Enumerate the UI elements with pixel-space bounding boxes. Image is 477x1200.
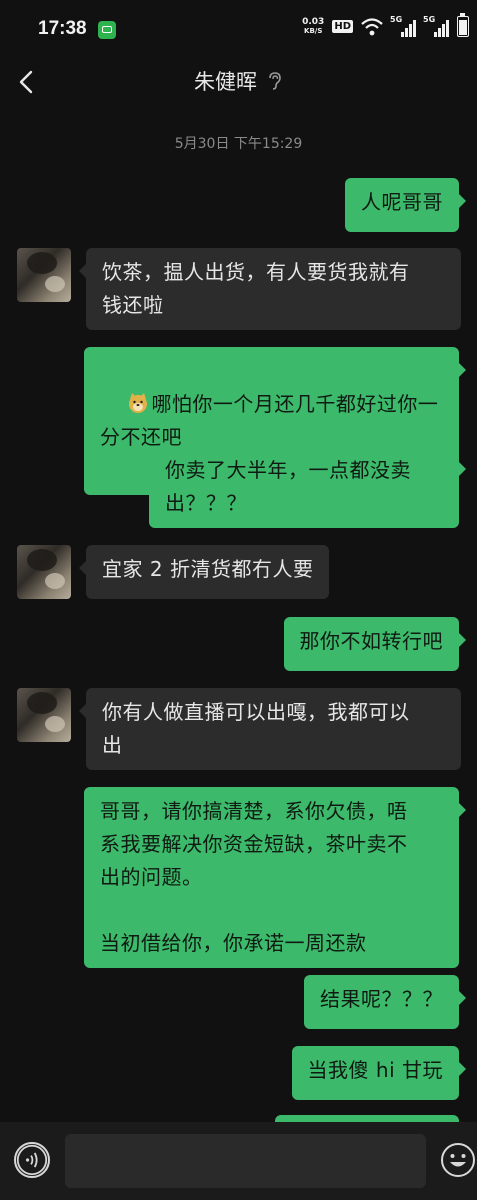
- signal-icon: 5G: [423, 14, 449, 37]
- chat-title[interactable]: 朱健晖: [194, 66, 257, 96]
- received-message-bubble[interactable]: 你有人做直播可以出嘎，我都可以 出: [79, 688, 461, 770]
- sent-message-bubble[interactable]: 你卖了大半年，一点都没卖 出？？？: [149, 446, 466, 528]
- sent-message-bubble[interactable]: 哥哥，请你搞清楚，系你欠债，唔 系我要解决你资金短缺，茶叶卖不 出的问题。 当初…: [84, 787, 466, 968]
- signal-icon: 5G: [390, 14, 416, 37]
- input-bar: [0, 1122, 477, 1200]
- speed-unit: KB/S: [304, 26, 323, 35]
- avatar[interactable]: [17, 248, 71, 302]
- hd-icon: HD: [332, 20, 353, 33]
- doge-emoji: [129, 393, 148, 413]
- title-group: 朱健晖: [0, 66, 477, 96]
- avatar[interactable]: [17, 545, 71, 599]
- sim1-label: 5G: [390, 14, 403, 24]
- status-bar: 17:38 0.03 KB/S HD 5G 5G: [0, 0, 477, 60]
- wifi-icon: [361, 17, 383, 35]
- voice-icon[interactable]: [14, 1142, 50, 1178]
- sent-message-bubble[interactable]: 人呢哥哥: [345, 178, 466, 232]
- sent-message-bubble[interactable]: 当我傻 hi 甘玩: [291, 1046, 467, 1100]
- sent-message-bubble[interactable]: 结果呢？？？: [304, 975, 466, 1029]
- status-icons: 0.03 KB/S HD 5G 5G: [302, 13, 469, 37]
- avatar[interactable]: [17, 688, 71, 742]
- sim2-label: 5G: [423, 14, 436, 24]
- message-input[interactable]: [65, 1134, 426, 1188]
- sent-message-bubble[interactable]: 那你不如转行吧: [283, 617, 466, 671]
- message-timestamp: 5月30日 下午15:29: [174, 136, 303, 152]
- battery-icon: [457, 13, 469, 37]
- message-text: 哪怕你一个月还几千都好过你一 分不还吧: [100, 392, 439, 449]
- speed-value: 0.03: [302, 16, 325, 27]
- network-speed: 0.03 KB/S: [302, 16, 325, 36]
- earpiece-icon: [269, 72, 281, 90]
- emoji-icon[interactable]: [440, 1142, 476, 1178]
- message-app-icon: [98, 21, 116, 39]
- received-message-bubble[interactable]: 宜家 2 折清货都冇人要: [78, 545, 330, 599]
- chat-header: 朱健晖: [0, 60, 477, 104]
- status-time: 17:38: [38, 18, 87, 39]
- received-message-bubble[interactable]: 饮茶，揾人出货，有人要货我就有 钱还啦: [79, 248, 461, 330]
